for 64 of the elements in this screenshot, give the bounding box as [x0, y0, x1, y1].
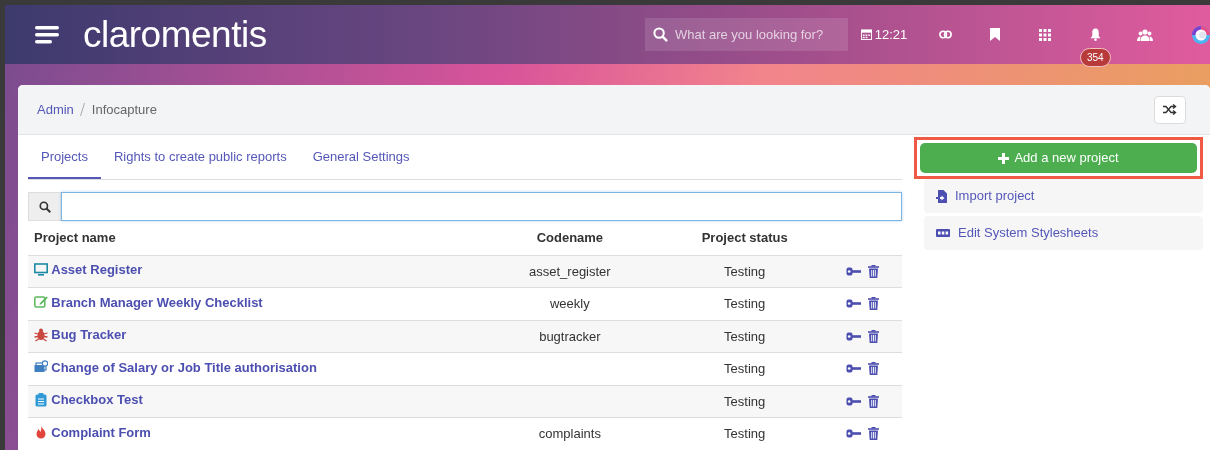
column-header: Project name: [34, 230, 116, 245]
side-menu-link[interactable]: Import project: [924, 179, 1203, 213]
status-text: Testing: [724, 263, 766, 279]
bookmark-icon[interactable]: [990, 28, 1000, 41]
project-link[interactable]: Complaint Form: [51, 422, 151, 443]
clipboard-icon: [34, 392, 48, 407]
bell-icon[interactable]: [1089, 28, 1101, 41]
trash-icon[interactable]: [867, 394, 879, 408]
shuffle-button[interactable]: [1154, 95, 1186, 124]
project-link[interactable]: Change of Salary or Job Title authorisation: [51, 357, 317, 378]
key-icon[interactable]: [846, 396, 862, 406]
breadcrumb-link[interactable]: Admin: [37, 99, 74, 120]
project-link[interactable]: Bug Tracker: [51, 325, 127, 345]
breadcrumb-separator-icon: [80, 103, 86, 116]
key-icon[interactable]: [846, 299, 862, 309]
key-icon[interactable]: [846, 364, 862, 374]
flame-icon: [34, 425, 48, 440]
column-header: Codename: [536, 230, 604, 245]
app-logo-icon[interactable]: [1192, 25, 1210, 44]
project-link[interactable]: Checkbox Test: [51, 390, 143, 410]
clock-time: 12:21: [874, 25, 908, 44]
codename-text: weekly: [550, 296, 590, 311]
codename-text: complaints: [538, 426, 601, 441]
people-icon[interactable]: [1137, 28, 1153, 41]
trash-icon[interactable]: [867, 329, 879, 343]
bug-icon: [34, 327, 48, 342]
search-icon: [38, 200, 51, 213]
trash-icon[interactable]: [867, 264, 879, 278]
side-menu-link[interactable]: Edit System Stylesheets: [924, 216, 1203, 250]
link-icon[interactable]: [938, 30, 952, 39]
file-import-icon: [936, 189, 947, 203]
column-header: Project status: [701, 230, 788, 245]
stylesheet-icon: [936, 229, 950, 237]
codename-text: bugtracker: [539, 328, 601, 344]
trash-icon[interactable]: [867, 427, 879, 441]
status-text: Testing: [724, 328, 766, 344]
money-icon: [34, 360, 48, 375]
filter-field[interactable]: [61, 192, 902, 221]
breadcrumb-current: Infocapture: [91, 100, 157, 119]
shuffle-icon: [1163, 104, 1177, 115]
search-icon: [653, 27, 668, 42]
codename-text: asset_register: [529, 263, 611, 279]
project-link[interactable]: Asset Register: [51, 260, 143, 280]
notification-count: 354: [1080, 48, 1111, 67]
apps-grid-icon[interactable]: [1039, 28, 1051, 41]
status-text: Testing: [724, 361, 766, 376]
status-text: Testing: [724, 393, 766, 409]
trash-icon[interactable]: [867, 362, 879, 376]
key-icon[interactable]: [846, 429, 862, 439]
status-text: Testing: [724, 426, 766, 441]
monitor-icon: [34, 262, 48, 277]
trash-icon[interactable]: [867, 297, 879, 311]
tab[interactable]: Projects: [28, 146, 101, 179]
status-text: Testing: [724, 296, 766, 311]
key-icon[interactable]: [846, 266, 862, 276]
menu-icon[interactable]: [35, 25, 61, 44]
plus-icon: [998, 152, 1010, 164]
logo-wordmark[interactable]: claromentis: [83, 16, 267, 53]
key-icon[interactable]: [846, 331, 862, 341]
calendar-icon: [860, 29, 872, 40]
tab[interactable]: General Settings: [299, 146, 423, 179]
tab[interactable]: Rights to create public reports: [100, 146, 300, 179]
edit-icon: [34, 295, 48, 310]
project-link[interactable]: Branch Manager Weekly Checklist: [51, 292, 263, 313]
